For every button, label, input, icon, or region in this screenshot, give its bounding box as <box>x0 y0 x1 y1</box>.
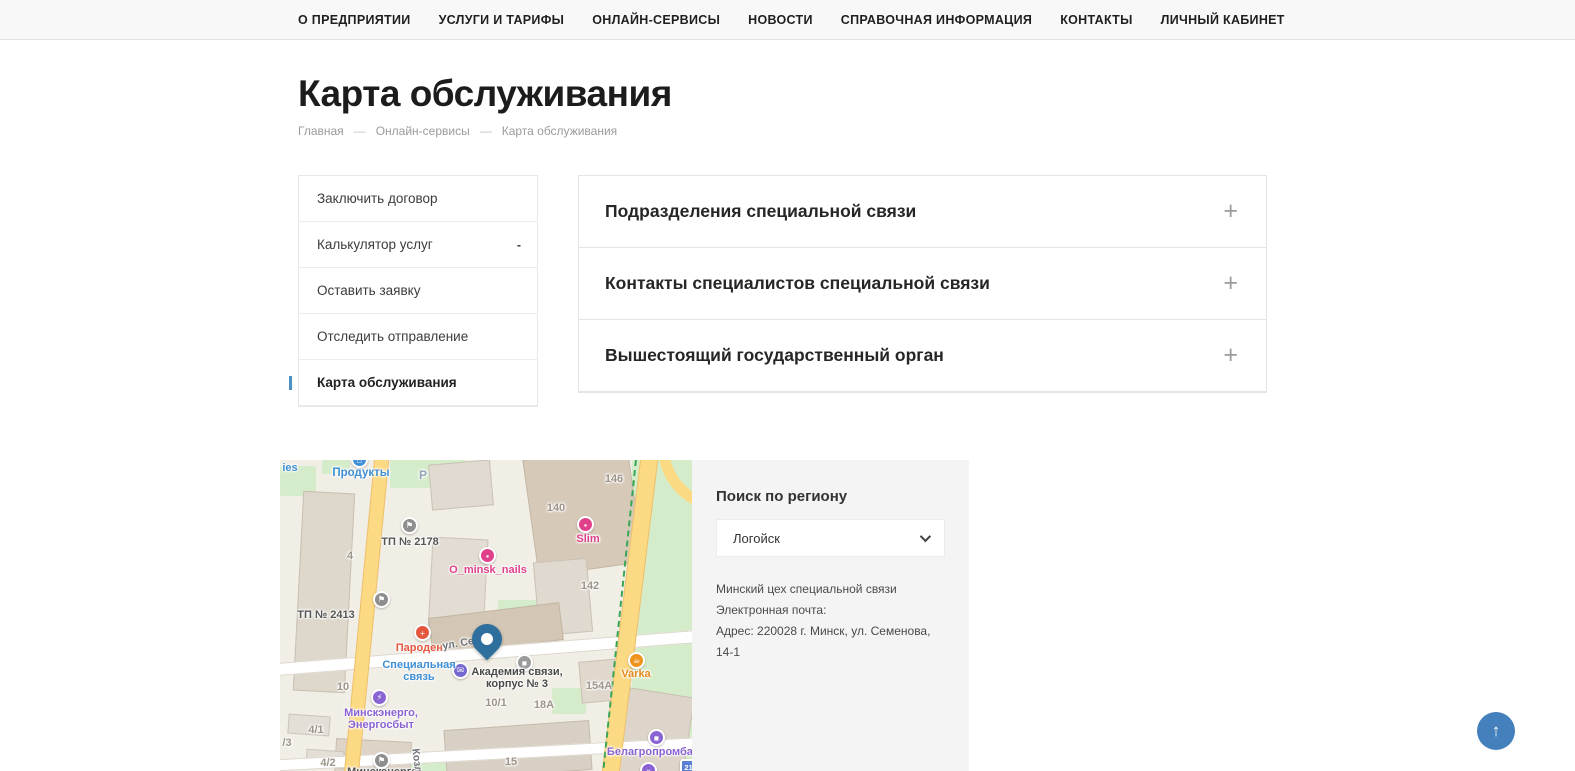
map-label: Специальная связь <box>382 659 456 684</box>
plus-icon[interactable]: + <box>1223 343 1238 368</box>
sidebar-item[interactable]: Оставить заявку <box>299 268 537 314</box>
service-map-section: ⌂ ⚑ ⚑ ▪ ▪ + ✉ ■ ⚡ ☕ ■ ⚑ × 21 ies <box>280 460 1575 771</box>
accordion-title: Вышестоящий государственный орган <box>605 345 944 365</box>
map-label: Пародент <box>395 642 449 654</box>
sidebar-item[interactable]: Заключить договор <box>299 176 537 222</box>
map-label: 4/1 <box>308 724 324 736</box>
map-label: 140 <box>546 502 566 514</box>
service-side-menu: Заключить договор Калькулятор услуг - Ос… <box>289 175 538 407</box>
chevron-down-icon <box>919 530 932 543</box>
sidebar-item-label: Отследить отправление <box>317 329 469 344</box>
region-search-panel: Поиск по региону Логойск Минский цех спе… <box>692 460 969 771</box>
nav-item[interactable]: КОНТАКТЫ <box>1060 13 1132 27</box>
top-navigation: О ПРЕДПРИЯТИИ УСЛУГИ И ТАРИФЫ ОНЛАЙН-СЕР… <box>0 0 1575 40</box>
map-label: 4 <box>346 550 354 562</box>
map-label: Varka <box>621 668 651 680</box>
map-label: Минскэнерго, Энергосбыт <box>344 707 418 732</box>
top-navigation-items: О ПРЕДПРИЯТИИ УСЛУГИ И ТАРИФЫ ОНЛАЙН-СЕР… <box>298 0 1284 39</box>
map-label: Минскэнерго, <box>347 766 421 771</box>
breadcrumb-item[interactable]: Карта обслуживания <box>502 124 617 138</box>
nav-item[interactable]: ЛИЧНЫЙ КАБИНЕТ <box>1161 13 1285 27</box>
region-search-heading: Поиск по региону <box>716 488 848 505</box>
map-label: 142 <box>580 580 600 592</box>
arrow-up-icon: ↑ <box>1491 721 1501 740</box>
energy-icon[interactable]: ⚡ <box>371 689 388 706</box>
region-select-value: Логойск <box>733 530 780 546</box>
cafe-icon[interactable]: ☕ <box>628 652 645 669</box>
map-label: Slim <box>576 533 600 545</box>
accordion-header[interactable]: Подразделения специальной связи + <box>579 176 1266 248</box>
sidebar-item[interactable]: Карта обслуживания <box>289 360 537 406</box>
nav-item[interactable]: НОВОСТИ <box>748 13 813 27</box>
sidebar-item-label: Карта обслуживания <box>317 375 457 390</box>
map-label: 10 <box>336 681 350 693</box>
nav-item[interactable]: ОНЛАЙН-СЕРВИСЫ <box>592 13 720 27</box>
accordion-header[interactable]: Вышестоящий государственный орган + <box>579 320 1266 392</box>
sidebar-item[interactable]: Отследить отправление <box>299 314 537 360</box>
substation-flag-icon[interactable]: ⚑ <box>373 591 390 608</box>
map-label: ies <box>282 462 298 474</box>
breadcrumb-separator: — <box>479 124 492 138</box>
sidebar-item-label: Калькулятор услуг <box>317 237 433 252</box>
plus-icon[interactable]: + <box>1223 271 1238 296</box>
scroll-to-top-button[interactable]: ↑ <box>1477 712 1515 750</box>
sidebar-item[interactable]: Калькулятор услуг - <box>299 222 537 268</box>
nav-item[interactable]: О ПРЕДПРИЯТИИ <box>298 13 411 27</box>
region-info-line: Минский цех специальной связи <box>716 582 897 596</box>
map-label: Козл <box>409 747 425 771</box>
region-info-line: Электронная почта: <box>716 603 827 617</box>
route-badge-icon[interactable]: 21 <box>680 759 692 771</box>
map-label: Белагропромбанк <box>606 746 692 758</box>
region-select[interactable]: Логойск <box>716 519 945 557</box>
beauty-salon-icon[interactable]: ▪ <box>577 516 594 533</box>
map-label: /3 <box>282 737 292 749</box>
map-label: 10/1 <box>485 697 507 709</box>
map-label: ТП № 2413 <box>297 609 355 621</box>
nails-salon-icon[interactable]: ▪ <box>479 547 496 564</box>
map-label: O_minsk_nails <box>449 564 527 576</box>
breadcrumb-item[interactable]: Главная <box>298 124 344 138</box>
map-label: Академия связи, корпус № 3 <box>471 666 563 691</box>
bank-icon[interactable]: ■ <box>648 729 665 746</box>
page-title: Карта обслуживания <box>298 73 672 114</box>
map-label: ТП № 2178 <box>381 536 439 548</box>
map-label: 15 <box>504 756 518 768</box>
map-label: 154А <box>585 680 613 692</box>
region-info: Минский цех специальной связи Электронна… <box>716 579 945 663</box>
accordion-header[interactable]: Контакты специалистов специальной связи … <box>579 248 1266 320</box>
nav-item[interactable]: УСЛУГИ И ТАРИФЫ <box>439 13 565 27</box>
breadcrumb: Главная — Онлайн-сервисы — Карта обслужи… <box>298 124 1267 138</box>
sidebar-item-label: Оставить заявку <box>317 283 421 298</box>
substation-flag-icon[interactable]: ⚑ <box>401 517 418 534</box>
breadcrumb-separator: — <box>353 124 366 138</box>
map-label: P <box>418 468 428 482</box>
breadcrumb-item[interactable]: Онлайн-сервисы <box>376 124 470 138</box>
map-building <box>428 460 494 511</box>
map-label: Продукты <box>332 467 390 479</box>
nav-item[interactable]: СПРАВОЧНАЯ ИНФОРМАЦИЯ <box>841 13 1032 27</box>
map-label: 18А <box>533 699 555 711</box>
region-info-line: Адрес: 220028 г. Минск, ул. Семенова, 14… <box>716 624 931 659</box>
accordion: Подразделения специальной связи + Контак… <box>578 175 1267 393</box>
map-canvas[interactable]: ⌂ ⚑ ⚑ ▪ ▪ + ✉ ■ ⚡ ☕ ■ ⚑ × 21 ies <box>280 460 692 771</box>
accordion-title: Подразделения специальной связи <box>605 201 917 221</box>
dentist-icon[interactable]: + <box>414 624 431 641</box>
plus-icon[interactable]: + <box>1223 199 1238 224</box>
map-label: 4/2 <box>320 757 336 769</box>
accordion-title: Контакты специалистов специальной связи <box>605 273 990 293</box>
map-label: 146 <box>604 473 624 485</box>
sidebar-item-label: Заключить договор <box>317 191 438 206</box>
sidebar-item-indicator: - <box>517 237 521 252</box>
